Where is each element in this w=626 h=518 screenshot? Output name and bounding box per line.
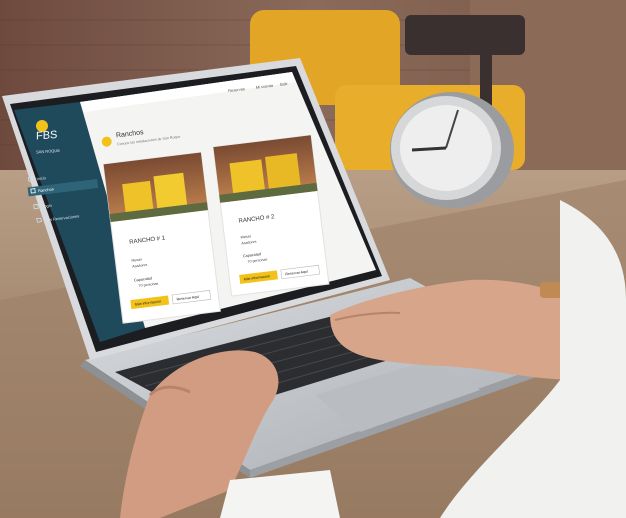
rancho-photo-1[interactable] [103,152,208,222]
logo-text: FBS [36,129,57,142]
top-link-salir[interactable]: Salir [279,81,288,87]
rancho-card-1: RANCHO # 1 Mesas Asadores Capacidad 70 p… [103,151,221,324]
rancho-card-2: RANCHO # 2 Mesas Asadores Capacidad 70 p… [212,134,330,297]
desk-clock [390,92,514,208]
rancho-photo-2[interactable] [213,135,318,203]
photo-scene: FBS SAN ROQUE Reservas Mi cuenta Salir I… [0,0,626,518]
